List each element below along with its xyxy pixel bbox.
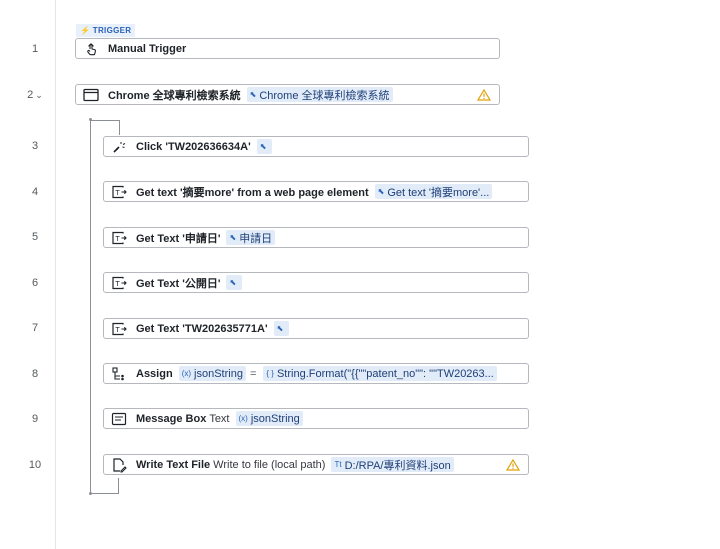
scope-line (90, 120, 91, 494)
line-number: 8 (31, 368, 39, 380)
activity-param-label: Write to file (local path) (213, 458, 326, 471)
activity-manual-trigger[interactable]: Manual Trigger (75, 38, 500, 59)
activity-title: Message Box (136, 412, 207, 425)
variable-icon: (x) (181, 369, 192, 378)
element-chip[interactable]: ⬉ Chrome 全球專利檢索系統 (246, 87, 393, 102)
element-icon: ⬉ (229, 233, 237, 242)
element-icon: ⬉ (229, 278, 237, 287)
activity-title: Manual Trigger (108, 42, 187, 55)
line-number: 10 (28, 459, 42, 471)
activity-title: Get Text 'TW202635771A' (136, 322, 268, 335)
activity-use-browser[interactable]: Chrome 全球專利檢索系統 ⬉ Chrome 全球專利檢索系統 (75, 84, 500, 105)
get-text-icon: T (111, 184, 127, 200)
activity-get-text[interactable]: T Get Text '申請日' ⬉ 申請日 (103, 227, 529, 248)
line-number: 3 (31, 140, 39, 152)
line-number-2[interactable]: 2 ⌄ (0, 89, 70, 101)
activity-title: Chrome 全球專利檢索系統 (108, 89, 241, 102)
expression-chip[interactable]: { } String.Format("{{""patent_no"": ""TW2… (263, 366, 497, 381)
chevron-down-icon[interactable]: ⌄ (35, 90, 43, 100)
activity-title: Get Text '公開日' (136, 277, 221, 290)
assign-icon (111, 366, 127, 382)
element-icon: ⬉ (377, 187, 385, 196)
element-icon: ⬉ (259, 142, 267, 151)
scope-bracket-bottom (90, 478, 119, 494)
warning-icon[interactable] (506, 458, 520, 471)
text-value-chip[interactable]: Tt D:/RPA/專利資料.json (331, 457, 454, 472)
element-chip[interactable]: ⬉ Get text '摘要more'... (374, 184, 493, 199)
line-number: 1 (31, 43, 39, 55)
element-icon: ⬉ (249, 90, 257, 99)
chip-label: Chrome 全球專利檢索系統 (259, 89, 390, 102)
chip-label: jsonString (194, 367, 243, 380)
element-chip[interactable]: ⬉ 申請日 (226, 230, 276, 245)
line-number: 4 (31, 186, 39, 198)
activity-title: Write Text File (136, 458, 211, 471)
message-box-icon (111, 411, 127, 427)
activity-param-label: Text (209, 412, 230, 425)
activity-write-text-file[interactable]: Write Text File Write to file (local pat… (103, 454, 529, 475)
svg-text:T: T (115, 279, 120, 288)
get-text-icon: T (111, 321, 127, 337)
element-icon: ⬉ (276, 324, 284, 333)
activity-get-text[interactable]: T Get Text 'TW202635771A' ⬉ (103, 318, 529, 339)
activity-assign[interactable]: Assign (x) jsonString = { } String.Format(… (103, 363, 529, 384)
activity-get-text[interactable]: T Get text '摘要more' from a web page elem… (103, 181, 529, 202)
activity-title: Assign (136, 367, 173, 380)
line-number: 5 (31, 231, 39, 243)
chip-label: 申請日 (239, 232, 273, 245)
svg-text:T: T (115, 325, 120, 334)
warning-icon[interactable] (477, 88, 491, 101)
activity-title: Get Text '申請日' (136, 232, 221, 245)
element-chip[interactable]: ⬉ (226, 275, 243, 290)
browser-window-icon (83, 87, 99, 103)
element-chip[interactable]: ⬉ (273, 321, 290, 336)
chip-label: D:/RPA/專利資料.json (344, 459, 451, 472)
trigger-tag: ⚡ TRIGGER (76, 24, 136, 37)
activity-message-box[interactable]: Message Box Text (x) jsonString (103, 408, 529, 429)
variable-chip[interactable]: (x) jsonString (235, 411, 303, 426)
line-number: 6 (31, 277, 39, 289)
text-icon: Tt (334, 460, 342, 469)
scope-dot-top (89, 118, 92, 121)
svg-text:T: T (115, 188, 120, 197)
activity-title: Click 'TW202636634A' (136, 140, 251, 153)
element-chip[interactable]: ⬉ (256, 139, 273, 154)
touch-icon (83, 41, 99, 57)
scope-bracket (90, 120, 120, 135)
click-icon (111, 139, 127, 155)
get-text-icon: T (111, 230, 127, 246)
line-number: 7 (31, 322, 39, 334)
equals-sign: = (249, 367, 257, 380)
activity-title: Get text '摘要more' from a web page elemen… (136, 186, 369, 199)
svg-text:T: T (115, 234, 120, 243)
variable-icon: (x) (238, 414, 248, 423)
chip-label: String.Format("{{""patent_no"": ""TW2026… (276, 367, 494, 380)
activity-click[interactable]: Click 'TW202636634A' ⬉ (103, 136, 529, 157)
expression-icon: { } (266, 369, 274, 378)
activity-get-text[interactable]: T Get Text '公開日' ⬉ (103, 272, 529, 293)
chip-label: jsonString (250, 412, 300, 425)
line-number: 9 (31, 413, 39, 425)
get-text-icon: T (111, 275, 127, 291)
chip-label: Get text '摘要more'... (387, 186, 490, 199)
write-file-icon (111, 457, 127, 473)
variable-chip[interactable]: (x) jsonString (178, 366, 246, 381)
